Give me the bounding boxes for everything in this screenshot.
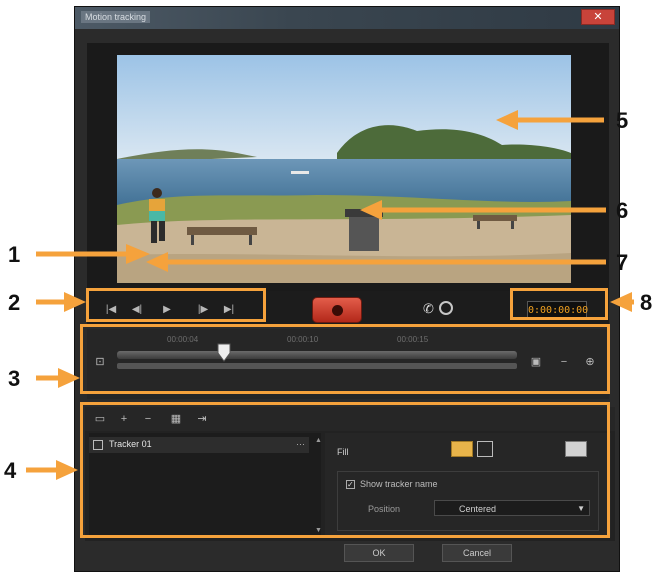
callout-number: 8: [640, 290, 653, 315]
video-preview[interactable]: [117, 55, 571, 283]
cancel-button[interactable]: Cancel: [442, 544, 512, 562]
callout-number: 3: [8, 366, 21, 391]
callout-number: 4: [4, 458, 17, 483]
track-motion-button[interactable]: [312, 297, 362, 323]
callout-box-timeline: [80, 324, 610, 394]
callout-number: 2: [8, 290, 21, 315]
title-bar: Motion tracking ✕: [75, 7, 619, 29]
phone-icon[interactable]: ✆: [423, 301, 437, 316]
callout-number: 7: [616, 250, 629, 275]
park-scene-image: [117, 55, 571, 283]
ok-button[interactable]: OK: [344, 544, 414, 562]
callout-number: 6: [616, 198, 629, 223]
callout-box-tracker-panel: [80, 402, 610, 538]
window-title: Motion tracking: [81, 11, 151, 23]
callout-number: 5: [616, 108, 629, 133]
preview-frame: [87, 43, 609, 291]
close-button[interactable]: ✕: [581, 9, 615, 25]
callout-box-timecode: [510, 288, 608, 320]
clock-icon[interactable]: [439, 301, 453, 315]
callout-number: 1: [8, 242, 21, 267]
callout-box-playback: [86, 288, 266, 322]
screenshot-stage: Motion tracking ✕ |◀ ◀| ▶ |▶ ▶| ✆ 0:00:0…: [0, 0, 660, 578]
